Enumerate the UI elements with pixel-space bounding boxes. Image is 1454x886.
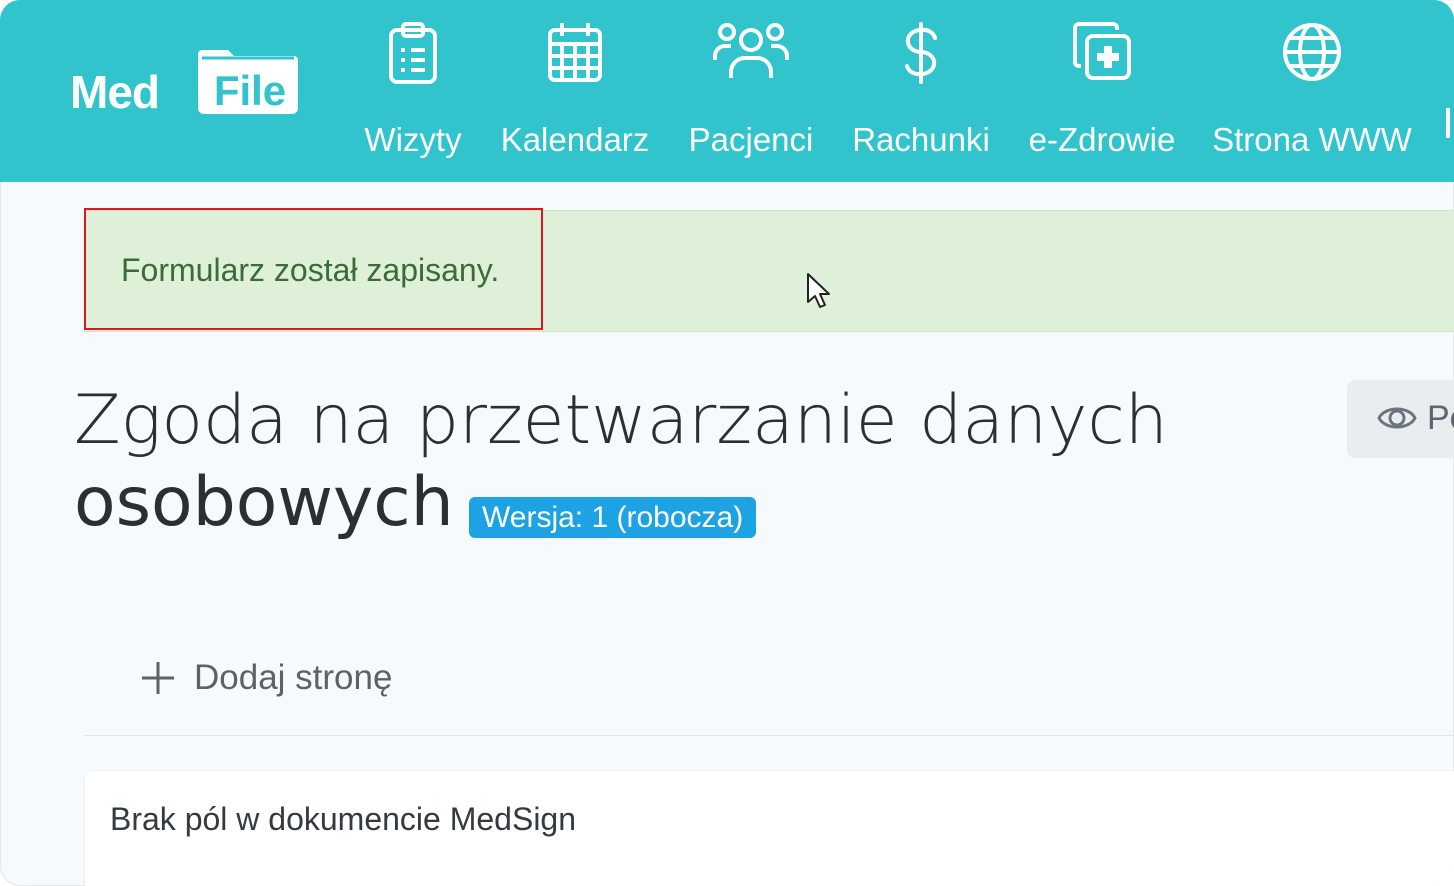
nav-overflow-edge	[1446, 108, 1450, 138]
nav-label: Pacjenci	[688, 121, 814, 158]
nav-label: Rachunki	[852, 121, 990, 158]
preview-label: Po	[1427, 399, 1454, 437]
medical-copy-icon	[1073, 22, 1131, 80]
calendar-icon	[548, 23, 602, 82]
plus-icon	[142, 662, 174, 694]
nav-item-strona-www[interactable]: Strona WWW	[1212, 20, 1412, 158]
nav-label: Wizyty	[364, 121, 462, 158]
section-divider	[84, 735, 1454, 736]
nav-label: e-Zdrowie	[1028, 121, 1176, 158]
document-page-card: Brak pól w dokumencie MedSign	[85, 771, 1454, 886]
app-window: Med File Wizyty Kalendarz Pacjenci Rachu…	[0, 0, 1454, 886]
preview-button[interactable]: Po	[1347, 380, 1454, 458]
nav-item-rachunki[interactable]: Rachunki	[850, 20, 992, 158]
logo-text-med: Med	[70, 66, 160, 118]
add-page-label: Dodaj stronę	[194, 658, 393, 697]
clipboard-list-icon	[389, 22, 437, 84]
nav-item-kalendarz[interactable]: Kalendarz	[498, 20, 652, 158]
dollar-icon	[905, 22, 937, 84]
users-icon	[713, 23, 789, 78]
globe-icon	[1283, 23, 1341, 81]
page-title-line-2: osobowych	[74, 463, 454, 542]
nav-label: Strona WWW	[1212, 121, 1412, 158]
version-badge: Wersja: 1 (robocza)	[469, 497, 757, 538]
nav-item-pacjenci[interactable]: Pacjenci	[686, 20, 816, 158]
alert-message: Formularz został zapisany.	[121, 252, 500, 288]
nav-label: Kalendarz	[500, 121, 650, 158]
top-navigation-bar: Med File Wizyty Kalendarz Pacjenci Rachu…	[0, 0, 1454, 182]
empty-fields-message: Brak pól w dokumencie MedSign	[110, 801, 577, 837]
nav-item-e-zdrowie[interactable]: e-Zdrowie	[1026, 20, 1178, 158]
logo-text-file: File	[213, 67, 287, 114]
page-title-line-1: Zgoda na przetwarzanie danych	[74, 381, 1168, 460]
nav-item-wizyty[interactable]: Wizyty	[353, 20, 473, 158]
eye-icon	[1377, 407, 1417, 429]
mouse-pointer-icon	[807, 273, 830, 308]
